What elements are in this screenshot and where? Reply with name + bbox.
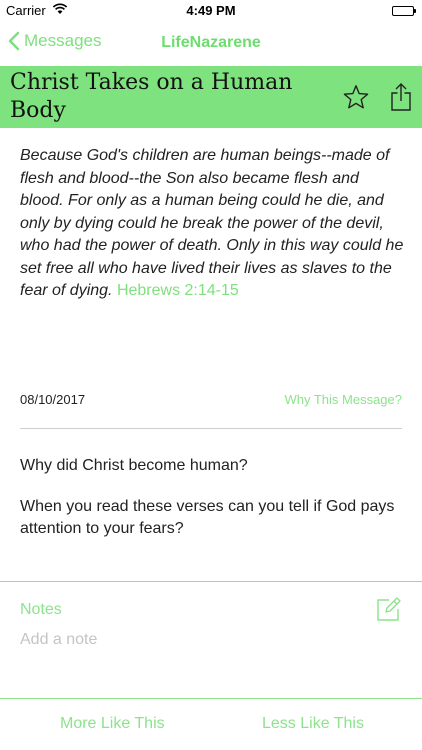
divider (20, 428, 402, 429)
edit-note-icon (377, 597, 401, 621)
reflection-questions: Why did Christ become human? When you re… (20, 455, 406, 559)
feedback-actions: More Like This Less Like This (0, 700, 422, 750)
share-button[interactable] (390, 82, 412, 117)
favorite-button[interactable] (342, 84, 370, 115)
question-2: When you read these verses can you tell … (20, 498, 395, 537)
verse-text: Because God's children are human beings-… (20, 147, 404, 299)
status-bar: Carrier 4:49 PM (0, 0, 422, 22)
navigation-bar: Messages LifeNazarene (0, 22, 422, 66)
verse-reference-link[interactable]: Hebrews 2:14-15 (117, 282, 239, 299)
notes-label: Notes (20, 601, 62, 618)
more-like-this-button[interactable]: More Like This (60, 715, 165, 733)
share-icon (391, 83, 411, 111)
why-this-message-link[interactable]: Why This Message? (284, 392, 402, 407)
app-title: LifeNazarene (161, 34, 261, 51)
less-like-this-button[interactable]: Less Like This (262, 715, 364, 733)
scripture-passage: Because God's children are human beings-… (20, 145, 406, 303)
message-meta: 08/10/2017 Why This Message? (20, 392, 402, 412)
battery-icon (392, 6, 416, 16)
star-icon (343, 85, 369, 109)
message-title: Christ Takes on a Human Body (10, 70, 293, 123)
note-input[interactable] (20, 628, 400, 652)
clock: 4:49 PM (186, 3, 236, 18)
notes-top-divider (0, 581, 422, 582)
question-1: Why did Christ become human? (20, 457, 248, 474)
edit-note-button[interactable] (376, 596, 402, 627)
actions-top-divider (0, 698, 422, 699)
message-date: 08/10/2017 (20, 392, 86, 407)
